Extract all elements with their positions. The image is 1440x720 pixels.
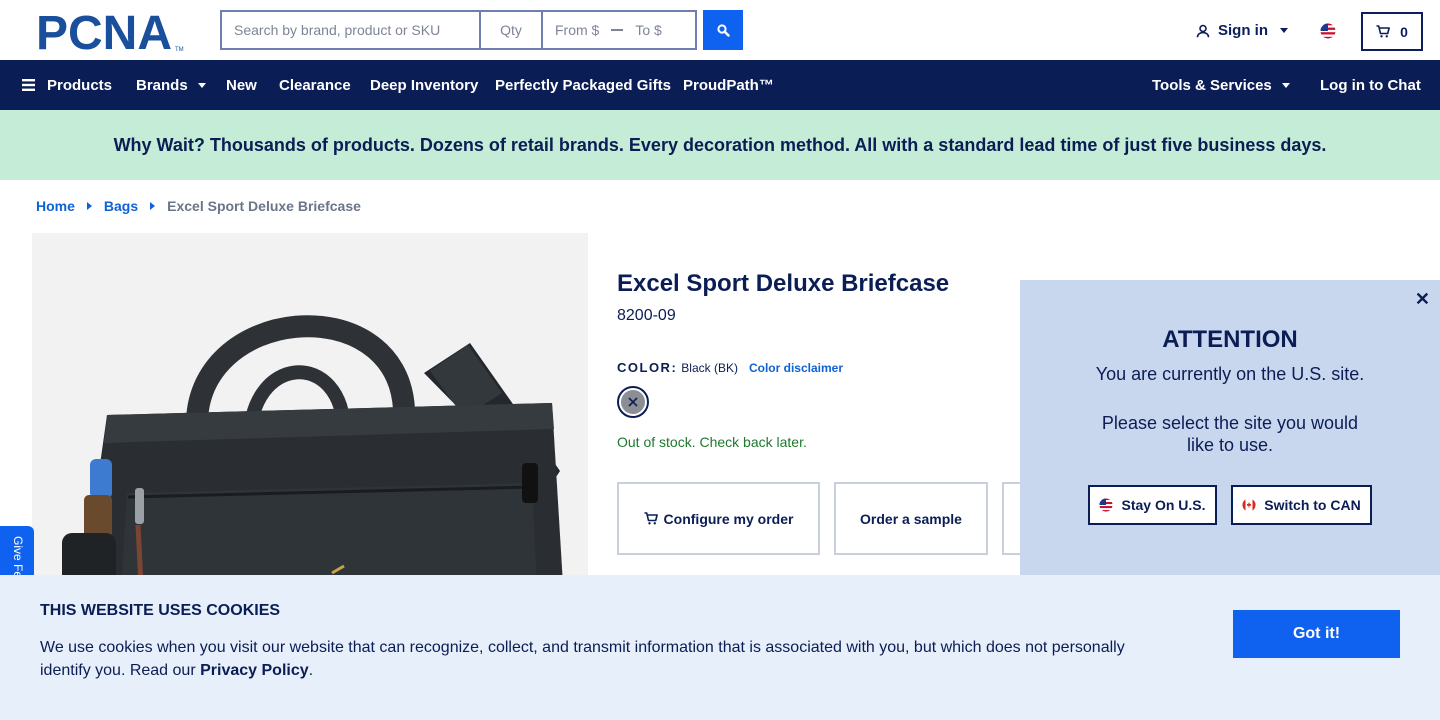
user-icon (1196, 24, 1210, 37)
nav-new[interactable]: New (226, 60, 257, 110)
privacy-policy-link[interactable]: Privacy Policy (200, 662, 309, 679)
popup-select-site-text: Please select the site you would like to… (1101, 413, 1359, 455)
cookie-accept-button[interactable]: Got it! (1233, 610, 1400, 658)
breadcrumb-bags[interactable]: Bags (104, 198, 138, 214)
logo-text: PCNA (36, 12, 172, 52)
chevron-down-icon (1280, 28, 1288, 33)
us-flag-icon[interactable] (1320, 23, 1336, 39)
search-input[interactable]: Search by brand, product or SKU (220, 10, 479, 50)
breadcrumb-arrow-icon (86, 202, 92, 210)
sign-in-label: Sign in (1218, 22, 1268, 39)
price-range[interactable]: From $ To $ (541, 10, 697, 50)
sign-in-menu[interactable]: Sign in (1196, 22, 1288, 39)
nav-gifts[interactable]: Perfectly Packaged Gifts (495, 60, 671, 110)
order-sample-button[interactable]: Order a sample (834, 482, 988, 555)
qty-placeholder: Qty (500, 22, 522, 38)
search-button[interactable] (703, 10, 743, 50)
cookie-banner: THIS WEBSITE USES COOKIES We use cookies… (0, 575, 1440, 720)
color-row: COLOR: Black (BK) Color disclaimer (617, 360, 843, 375)
nav-clearance[interactable]: Clearance (279, 60, 351, 110)
cookie-text-block: We use cookies when you visit our websit… (40, 639, 1125, 679)
breadcrumb: Home Bags Excel Sport Deluxe Briefcase (36, 198, 361, 214)
main-nav: Products Brands New Clearance Deep Inven… (0, 60, 1440, 110)
cart-count: 0 (1400, 23, 1408, 40)
logo-trademark: TM (175, 47, 184, 52)
nav-brands-label: Brands (136, 76, 188, 94)
search-placeholder: Search by brand, product or SKU (234, 22, 441, 38)
nav-products-label: Products (47, 76, 113, 94)
order-sample-label: Order a sample (860, 510, 962, 527)
breadcrumb-current: Excel Sport Deluxe Briefcase (167, 198, 361, 214)
menu-icon (22, 79, 35, 91)
range-dash (611, 29, 624, 31)
nav-brands[interactable]: Brands (136, 60, 206, 110)
site-selector-popup: ✕ ATTENTION You are currently on the U.S… (1020, 280, 1440, 580)
nav-deep-inventory[interactable]: Deep Inventory (370, 60, 478, 110)
chevron-down-icon (197, 82, 206, 88)
configure-order-label: Configure my order (663, 510, 794, 527)
breadcrumb-arrow-icon (150, 202, 156, 210)
promo-text: Why Wait? Thousands of products. Dozens … (113, 134, 1327, 155)
popup-current-site-text: You are currently on the U.S. site. (1095, 364, 1365, 384)
close-icon[interactable]: ✕ (1415, 289, 1430, 310)
configure-order-button[interactable]: Configure my order (617, 482, 820, 555)
nav-products[interactable]: Products (22, 60, 112, 110)
color-swatch-black[interactable] (617, 386, 649, 418)
canada-flag-icon (1242, 498, 1256, 512)
switch-can-button[interactable]: Switch to CAN (1231, 485, 1372, 525)
color-label: COLOR: (617, 360, 678, 375)
popup-title: ATTENTION (1162, 326, 1298, 353)
switch-can-label: Switch to CAN (1264, 497, 1361, 513)
chevron-down-icon (1281, 82, 1290, 88)
nav-chat-login[interactable]: Log in to Chat (1320, 60, 1421, 110)
breadcrumb-home[interactable]: Home (36, 198, 75, 214)
price-to-placeholder[interactable]: To $ (635, 22, 661, 38)
us-flag-icon (1099, 498, 1114, 512)
product-title: Excel Sport Deluxe Briefcase (617, 270, 950, 297)
stock-status: Out of stock. Check back later. (617, 434, 807, 450)
cookie-title: THIS WEBSITE USES COOKIES (40, 602, 281, 619)
cart-icon (644, 512, 658, 525)
search-bar: Search by brand, product or SKU Qty From… (220, 10, 697, 50)
search-icon (716, 23, 730, 37)
qty-input[interactable]: Qty (479, 10, 541, 50)
promo-banner: Why Wait? Thousands of products. Dozens … (0, 110, 1440, 180)
stay-us-button[interactable]: Stay On U.S. (1088, 485, 1217, 525)
product-sku: 8200-09 (617, 307, 676, 324)
price-from-placeholder[interactable]: From $ (555, 22, 599, 38)
color-value: Black (BK) (681, 361, 738, 375)
top-header: PCNA TM Search by brand, product or SKU … (0, 0, 1440, 60)
pcna-logo[interactable]: PCNA TM (36, 7, 186, 60)
cart-icon (1376, 25, 1390, 38)
nav-proudpath[interactable]: ProudPath™ (683, 60, 774, 110)
color-disclaimer-link[interactable]: Color disclaimer (749, 361, 843, 375)
nav-tools-label: Tools & Services (1152, 76, 1272, 94)
nav-tools-services[interactable]: Tools & Services (1152, 60, 1290, 110)
unavailable-x-icon (628, 397, 638, 407)
stay-us-label: Stay On U.S. (1121, 497, 1206, 513)
cart-button[interactable]: 0 (1361, 12, 1423, 51)
